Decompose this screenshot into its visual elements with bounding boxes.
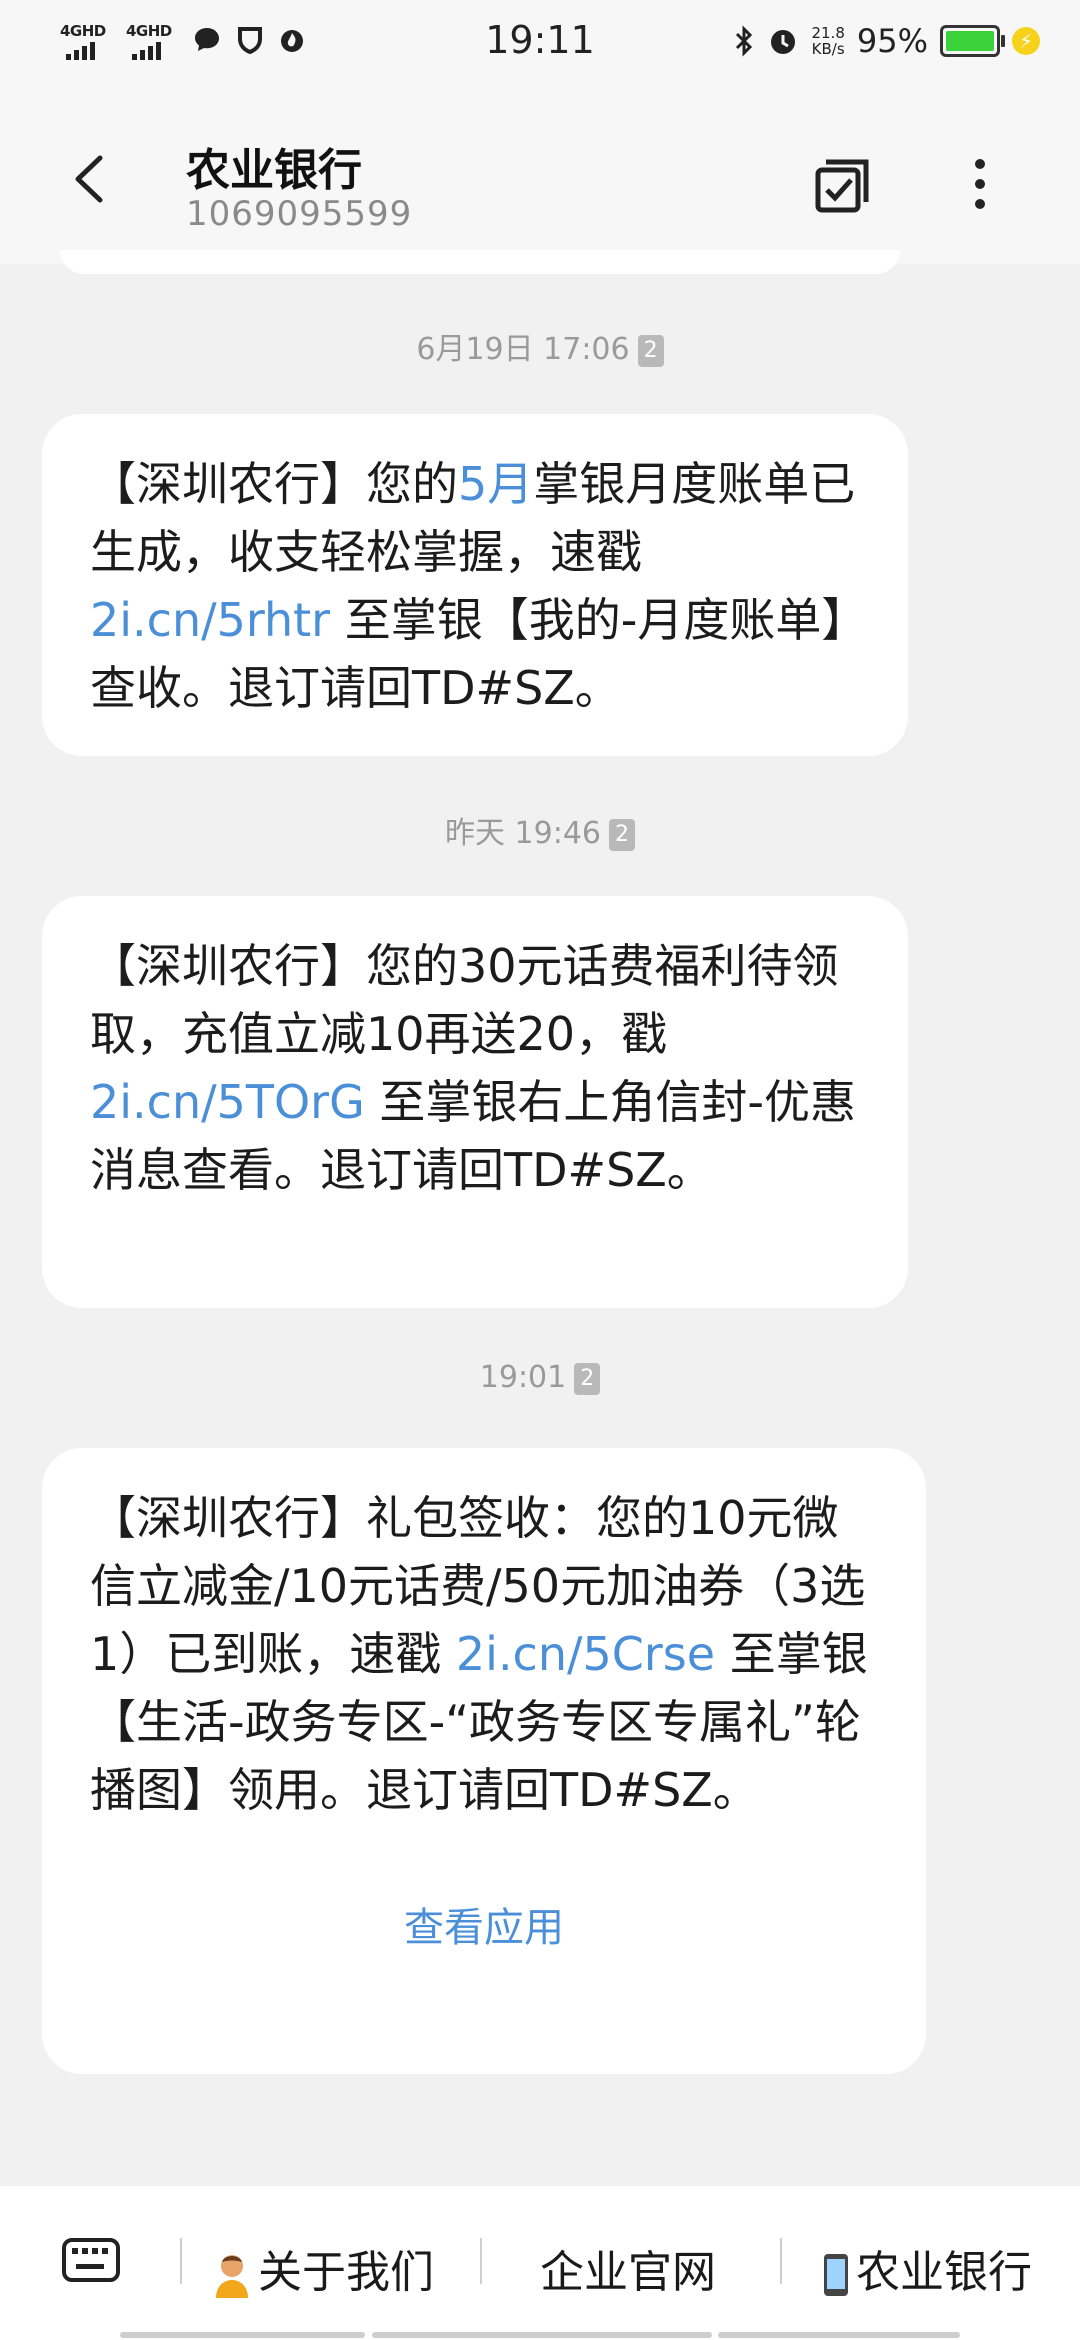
bottom-menu-bar: 关于我们 企业官网 农业银行	[0, 2186, 1080, 2340]
previous-message-bubble	[60, 250, 900, 274]
sim-badge: 2	[637, 334, 664, 367]
keyboard-icon[interactable]	[62, 2238, 120, 2282]
menu-label: 农业银行	[856, 2247, 1032, 2298]
network-speed: 21.8 KB/s	[811, 25, 844, 57]
message-bubble[interactable]: 【深圳农行】礼包签收：您的10元微信立减金/10元话费/50元加油券（3选1）已…	[42, 1448, 926, 2074]
message-text: 【深圳农行】您的	[90, 457, 458, 511]
menu-about-us[interactable]: 关于我们	[212, 2236, 434, 2300]
menu-official-website[interactable]: 企业官网	[540, 2236, 716, 2300]
scroll-indicator	[372, 2332, 712, 2338]
sim-badge: 2	[574, 1362, 601, 1395]
timestamp-text: 昨天 19:46	[445, 816, 601, 851]
message-timestamp: 6月19日 17:06 2	[0, 324, 1080, 368]
select-checkbox-icon[interactable]	[812, 154, 872, 214]
scroll-indicator	[120, 2332, 365, 2338]
message-timestamp: 19:01 2	[0, 1360, 1080, 1395]
message-bubble[interactable]: 【深圳农行】您的5月掌银月度账单已生成，收支轻松掌握，速戳 2i.cn/5rhtr…	[42, 414, 908, 756]
message-link[interactable]: 2i.cn/5rhtr	[90, 593, 330, 647]
contact-number: 1069095599	[186, 194, 413, 234]
alarm-icon	[771, 30, 796, 54]
divider	[180, 2238, 182, 2284]
sim-badge: 2	[609, 818, 635, 851]
menu-label: 企业官网	[540, 2247, 716, 2298]
message-link[interactable]: 5月	[458, 457, 533, 511]
menu-abc-bank[interactable]: 农业银行	[822, 2236, 1032, 2300]
timestamp-text: 6月19日 17:06	[416, 332, 630, 367]
message-bubble[interactable]: 【深圳农行】您的30元话费福利待领取，充值立减10再送20，戳 2i.cn/5TO…	[42, 896, 908, 1308]
phone-emoji-icon	[824, 2254, 848, 2296]
menu-label: 关于我们	[258, 2247, 434, 2298]
net-rate: 21.8	[811, 24, 845, 42]
net-unit: KB/s	[811, 40, 845, 58]
contact-name: 农业银行	[186, 145, 362, 196]
charging-icon: ⚡	[1012, 27, 1040, 55]
bluetooth-icon	[736, 25, 753, 57]
conversation-header: 农业银行 1069095599	[0, 84, 1080, 264]
more-options-icon[interactable]	[950, 154, 1010, 214]
message-timestamp: 昨天 19:46 2	[0, 808, 1080, 852]
battery-icon	[940, 25, 1005, 57]
person-emoji-icon	[216, 2255, 248, 2298]
divider	[480, 2238, 482, 2284]
scroll-indicator	[718, 2332, 960, 2338]
timestamp-text: 19:01	[479, 1360, 567, 1395]
message-link[interactable]: 2i.cn/5TOrG	[90, 1075, 365, 1129]
status-bar: 4GHD 4GHD 19:11 21.8 KB/s 95% ⚡	[0, 0, 1080, 84]
view-app-button[interactable]: 查看应用	[90, 1894, 878, 1962]
divider	[780, 2238, 782, 2284]
message-link[interactable]: 2i.cn/5Crse	[456, 1627, 715, 1681]
battery-percent: 95%	[856, 22, 928, 60]
message-text: 【深圳农行】您的30元话费福利待领取，充值立减10再送20，戳	[90, 939, 839, 1061]
back-arrow-icon[interactable]	[70, 154, 110, 204]
